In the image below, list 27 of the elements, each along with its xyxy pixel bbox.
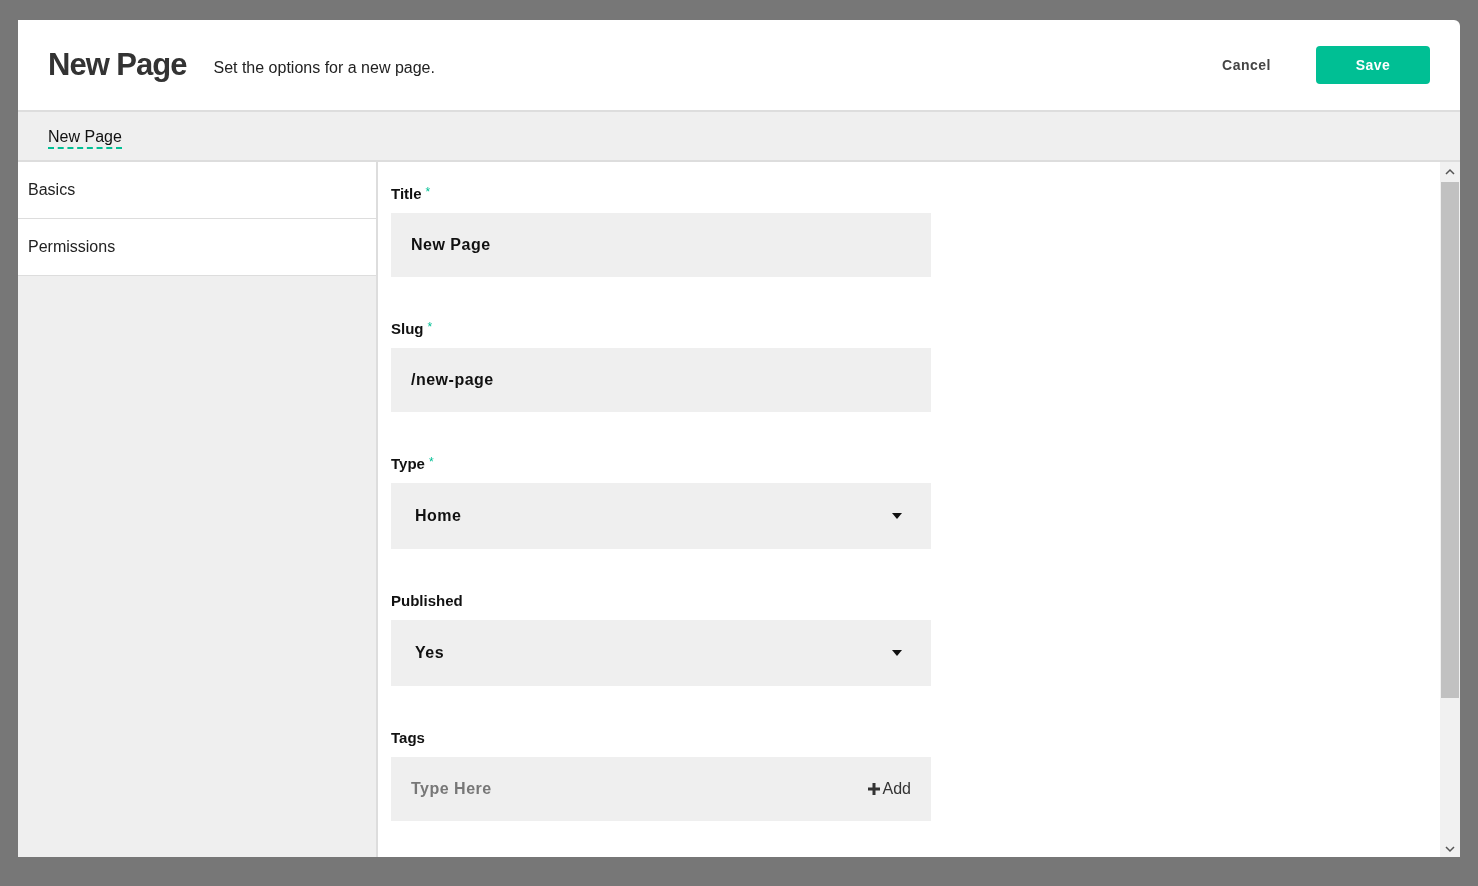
scrollbar[interactable]: [1440, 162, 1460, 857]
field-label: Published: [391, 591, 463, 611]
plus-icon: [867, 783, 880, 795]
page-tab[interactable]: New Page: [48, 127, 122, 149]
dialog-title: New Page: [48, 45, 187, 84]
scroll-up-icon[interactable]: [1445, 168, 1455, 176]
required-mark: *: [425, 184, 431, 201]
select-field[interactable]: Home: [391, 483, 931, 549]
sidebar-item[interactable]: Basics: [18, 162, 376, 219]
scrollbar-thumb[interactable]: [1441, 182, 1459, 698]
field-label: Slug: [391, 319, 424, 339]
field-label: Type: [391, 454, 425, 474]
dropdown-caret-icon: [892, 650, 902, 656]
add-tag-button[interactable]: Add: [867, 777, 911, 801]
field-label: Tags: [391, 728, 425, 748]
scroll-down-icon[interactable]: [1445, 845, 1455, 853]
text-field[interactable]: /new-page: [391, 348, 931, 412]
sidebar-item[interactable]: Permissions: [18, 219, 376, 276]
dialog-subtitle: Set the options for a new page.: [213, 58, 435, 78]
tags-field[interactable]: Type Here Add: [391, 757, 931, 821]
required-mark: *: [428, 454, 434, 471]
required-mark: *: [427, 319, 433, 336]
select-field[interactable]: Yes: [391, 620, 931, 686]
cancel-button[interactable]: Cancel: [1210, 46, 1283, 84]
field-label: Title: [391, 184, 422, 204]
text-field[interactable]: New Page: [391, 213, 931, 277]
dropdown-caret-icon: [892, 513, 902, 519]
